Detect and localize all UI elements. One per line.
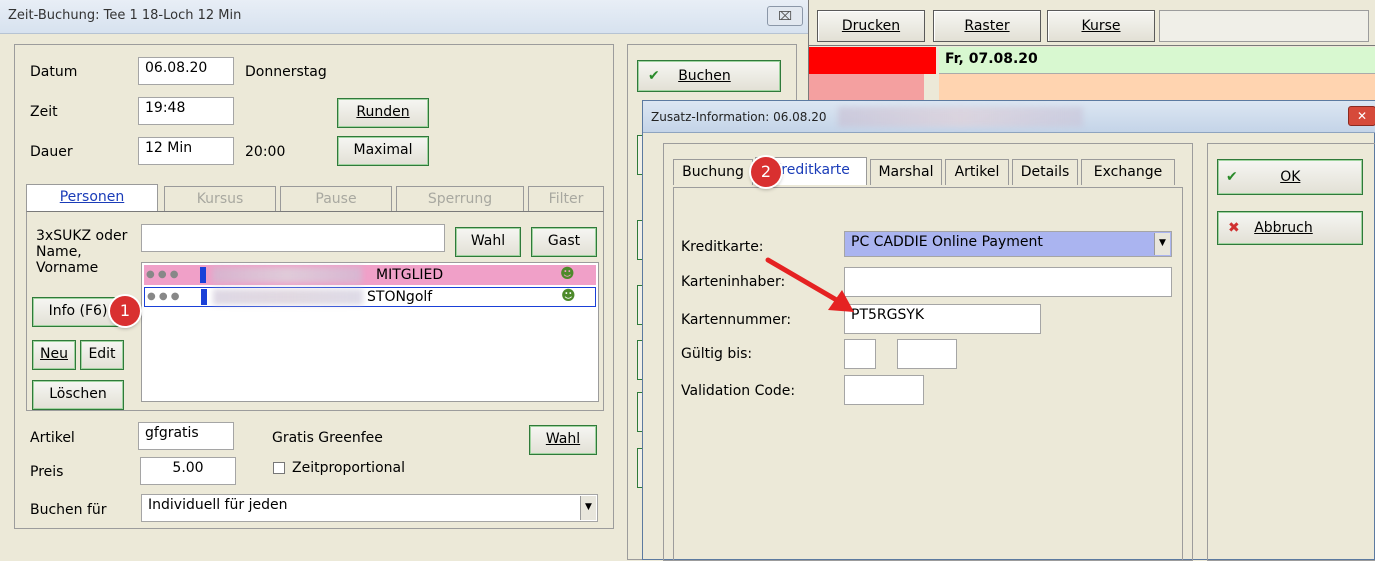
calendar-red-cell[interactable]: [809, 47, 936, 74]
person-suffix: STONgolf: [367, 289, 433, 305]
list-item[interactable]: ● ● ● STONgolf ☻: [144, 287, 596, 307]
tab-strip: Personen Kursus Pause Sperrung Filter: [26, 184, 604, 212]
close-button[interactable]: ⌧: [767, 6, 803, 26]
tab-filter[interactable]: Filter: [528, 186, 604, 212]
status-icon: ● ● ●: [146, 269, 179, 280]
calendar-slot[interactable]: [939, 74, 1375, 102]
gueltig-label: Gültig bis:: [681, 346, 753, 362]
preis-input[interactable]: 5.00: [140, 457, 236, 485]
calendar-date: Fr, 07.08.20: [945, 51, 1038, 67]
chevron-down-icon: ▼: [580, 496, 596, 520]
calendar-red-cell-2[interactable]: [809, 74, 924, 102]
chevron-down-icon: ▼: [1154, 233, 1170, 255]
datum-input[interactable]: 06.08.20: [138, 57, 234, 85]
tab-sperrung[interactable]: Sperrung: [396, 186, 524, 212]
member-id-icon: [200, 267, 206, 283]
list-item[interactable]: ● ● ● MITGLIED ☻: [144, 265, 596, 285]
ok-button[interactable]: ✔ OK: [1217, 159, 1363, 195]
wahl-button[interactable]: Wahl: [455, 227, 521, 257]
dialog-title: Zusatz-Information: 06.08.20: [651, 110, 827, 124]
member-id-icon: [201, 289, 207, 305]
preis-label: Preis: [30, 464, 64, 480]
redacted-name: [212, 267, 362, 283]
dauer-label: Dauer: [30, 144, 73, 160]
calendar-header: Fr, 07.08.20: [939, 47, 1375, 74]
validation-code-input[interactable]: [844, 375, 924, 405]
annotation-arrow: [765, 257, 854, 312]
search-input[interactable]: [141, 224, 445, 252]
tab-artikel[interactable]: Artikel: [945, 159, 1009, 185]
zeitproportional-checkbox[interactable]: [273, 462, 285, 474]
close-icon: ✕: [1356, 109, 1368, 123]
toolbar-spacer: [1159, 10, 1369, 42]
kartennummer-input[interactable]: PT5RGSYK: [844, 304, 1041, 334]
drucken-button[interactable]: Drucken: [817, 10, 925, 42]
persons-list[interactable]: ● ● ● MITGLIED ☻ ● ● ● STONgolf ☻: [141, 262, 599, 402]
tab-kursus[interactable]: Kursus: [164, 186, 276, 212]
kreditkarte-label: Kreditkarte:: [681, 239, 764, 255]
tab-buchung[interactable]: Buchung: [673, 159, 753, 185]
dialog-titlebar: Zusatz-Information: 06.08.20 ✕: [643, 101, 1375, 133]
tab-exchange[interactable]: Exchange: [1081, 159, 1175, 185]
tab-details[interactable]: Details: [1012, 159, 1078, 185]
buchen-fuer-select[interactable]: Individuell für jeden ▼: [141, 494, 598, 522]
dialog-tab-strip: Buchung Kreditkarte Marshal Artikel Deta…: [673, 157, 1183, 187]
datum-label: Datum: [30, 64, 78, 80]
edit-button[interactable]: Edit: [80, 340, 124, 370]
neu-button[interactable]: Neu: [32, 340, 76, 370]
status-icon: ● ● ●: [147, 291, 180, 302]
zeitproportional-label: Zeitproportional: [292, 460, 405, 476]
annotation-badge-2: 2: [751, 157, 781, 187]
gast-button[interactable]: Gast: [531, 227, 597, 257]
search-label: 3xSUKZ oder Name, Vorname: [36, 228, 128, 276]
redacted-name: [213, 289, 363, 305]
cross-icon: ✖: [1228, 220, 1240, 236]
tab-pause[interactable]: Pause: [280, 186, 392, 212]
kreditkarte-select[interactable]: PC CADDIE Online Payment ▼: [844, 231, 1172, 257]
dauer-input[interactable]: 12 Min: [138, 137, 234, 165]
golfer-icon: ☻: [561, 288, 576, 304]
tab-marshal[interactable]: Marshal: [870, 159, 942, 185]
end-time-text: 20:00: [245, 144, 286, 160]
zeit-label: Zeit: [30, 104, 58, 120]
abbruch-button[interactable]: ✖ Abbruch: [1217, 211, 1363, 245]
runden-button[interactable]: Runden: [337, 98, 429, 128]
dialog-close-button[interactable]: ✕: [1348, 106, 1375, 126]
toolbar: Drucken Raster Kurse: [809, 0, 1375, 46]
golfer-icon: ☻: [560, 266, 575, 282]
kurse-button[interactable]: Kurse: [1047, 10, 1155, 42]
validation-code-label: Validation Code:: [681, 383, 796, 399]
tab-personen[interactable]: Personen: [26, 184, 158, 212]
gueltig-month-input[interactable]: [844, 339, 876, 369]
weekday-text: Donnerstag: [245, 64, 327, 80]
main-titlebar: Zeit-Buchung: Tee 1 18-Loch 12 Min ⌧: [0, 0, 808, 34]
main-window-title: Zeit-Buchung: Tee 1 18-Loch 12 Min: [8, 8, 242, 23]
checkmark-icon: ✔: [648, 68, 660, 84]
artikel-label: Artikel: [30, 430, 75, 446]
karteninhaber-input[interactable]: [844, 267, 1172, 297]
redacted-title: [838, 107, 1083, 127]
buchen-fuer-label: Buchen für: [30, 502, 107, 518]
artikel-wahl-button[interactable]: Wahl: [529, 425, 597, 455]
artikel-input[interactable]: gfgratis: [138, 422, 234, 450]
raster-button[interactable]: Raster: [933, 10, 1041, 42]
artikel-description: Gratis Greenfee: [272, 430, 383, 446]
person-suffix: MITGLIED: [376, 267, 444, 283]
zeit-input[interactable]: 19:48: [138, 97, 234, 125]
dialog-button-panel: [1207, 143, 1375, 561]
annotation-badge-1: 1: [110, 296, 140, 326]
gueltig-year-input[interactable]: [897, 339, 957, 369]
maximal-button[interactable]: Maximal: [337, 136, 429, 166]
checkmark-icon: ✔: [1226, 169, 1238, 185]
buchen-button[interactable]: ✔ Buchen: [637, 60, 781, 92]
loeschen-button[interactable]: Löschen: [32, 380, 124, 410]
close-icon: ⌧: [778, 9, 792, 23]
